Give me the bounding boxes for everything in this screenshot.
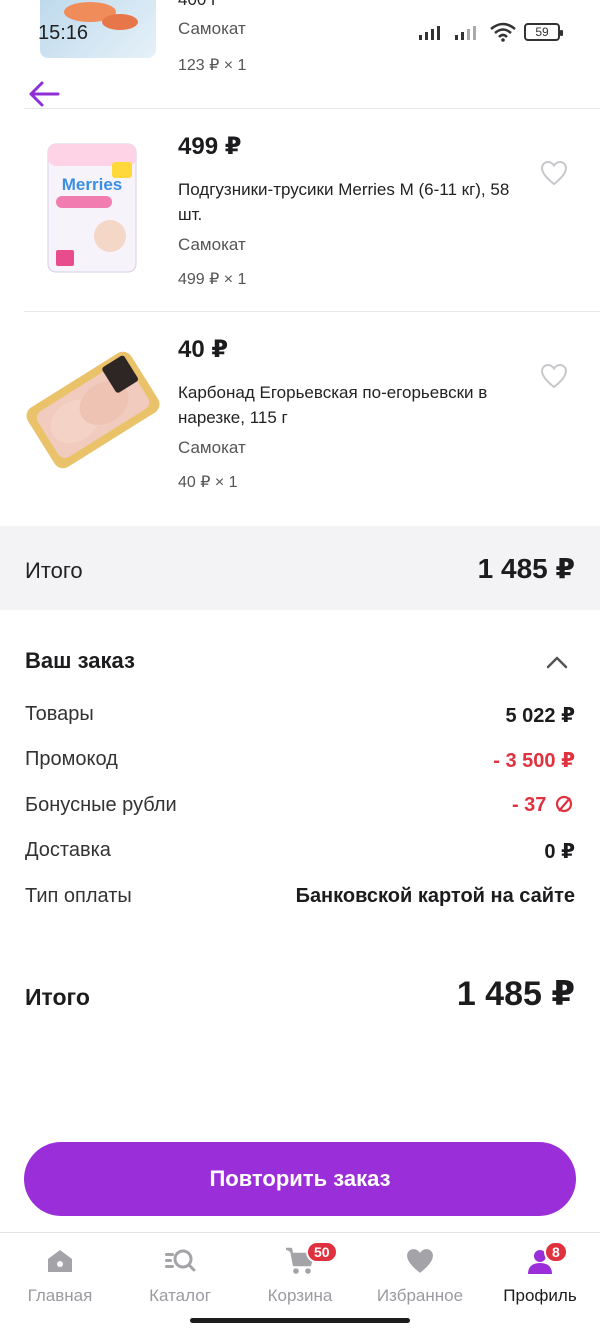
favorite-heart-icon[interactable] (540, 160, 568, 186)
favorite-heart-icon[interactable] (540, 363, 568, 389)
heart-icon (400, 1243, 440, 1279)
order-row-payment: Тип оплаты Банковской картой на сайте (25, 885, 575, 915)
order-row-key: Доставка (25, 839, 111, 861)
order-row-value: Банковской картой на сайте (295, 885, 575, 907)
order-row-delivery: Доставка 0 ₽ (25, 839, 575, 869)
order-row-promo: Промокод - 3 500 ₽ (25, 748, 575, 778)
nav-label: Главная (27, 1286, 93, 1305)
order-row-value: 0 ₽ (544, 841, 575, 863)
status-time: 15:16 (38, 22, 89, 44)
nav-label: Избранное (376, 1286, 464, 1305)
product-item[interactable]: 40 ₽ Карбонад Егорьевская по-егорьевски … (24, 335, 600, 505)
product-name: Подгузники-трусики Merries M (6-11 кг), … (178, 180, 510, 224)
nav-item-home[interactable]: Главная (0, 1233, 120, 1332)
order-row-value-wrap: - 37 (512, 794, 575, 817)
product-seller: Самокат (178, 438, 246, 457)
wifi-icon (490, 22, 516, 42)
order-row-goods: Товары 5 022 ₽ (25, 703, 575, 733)
total-label: Итого (25, 558, 83, 583)
back-button[interactable] (24, 76, 64, 112)
order-summary-title: Ваш заказ (25, 648, 135, 673)
battery-indicator: 59 (524, 23, 563, 41)
product-image-ham (26, 343, 160, 477)
final-total-value: 1 485 ₽ (456, 975, 575, 1013)
cart-badge: 50 (306, 1241, 338, 1263)
home-indicator (190, 1318, 410, 1323)
total-value: 1 485 ₽ (477, 553, 575, 584)
repeat-order-button[interactable]: Повторить заказ (24, 1142, 576, 1216)
merries-logo: Merries (62, 175, 122, 194)
nav-label: Профиль (503, 1286, 577, 1305)
chevron-up-icon[interactable] (544, 652, 570, 672)
order-row-value: 5 022 ₽ (505, 705, 575, 727)
signal-icon (419, 26, 440, 40)
profile-badge: 8 (544, 1241, 568, 1263)
order-row-key: Бонусные рубли (25, 794, 177, 816)
order-row-key: Товары (25, 703, 94, 725)
final-total-label: Итого (25, 984, 90, 1010)
product-image-diapers: Merries (46, 140, 138, 276)
bonus-coin-icon (555, 795, 573, 813)
home-icon (40, 1243, 80, 1279)
product-name: Карбонад Егорьевская по-егорьевски в нар… (178, 383, 488, 427)
order-row-key: Промокод (25, 748, 118, 770)
divider (24, 108, 600, 109)
order-row-bonus: Бонусные рубли - 37 (25, 794, 575, 824)
order-row-value: - 3 500 ₽ (493, 750, 575, 772)
catalog-search-icon (160, 1243, 200, 1279)
bottom-nav: Главная Каталог 50 Корзина Избранное 8 П… (0, 1232, 600, 1332)
order-row-value: - 37 (511, 794, 547, 816)
nav-item-profile[interactable]: 8 Профиль (480, 1233, 600, 1332)
status-icons: 59 (418, 22, 563, 42)
product-qty: 499 ₽ × 1 (178, 271, 247, 288)
product-price: 499 ₽ (178, 133, 242, 160)
status-bar: 15:16 59 (0, 0, 600, 64)
product-price: 40 ₽ (178, 336, 229, 363)
arrow-left-icon (29, 81, 60, 107)
cart-total-band: Итого 1 485 ₽ (0, 526, 600, 610)
divider (24, 311, 600, 312)
product-item[interactable]: Merries 499 ₽ Подгузники-трусики Merries… (24, 132, 600, 302)
product-seller: Самокат (178, 235, 246, 254)
order-row-key: Тип оплаты (25, 885, 132, 907)
nav-label: Корзина (267, 1286, 333, 1305)
signal-weak-icon (455, 26, 476, 40)
nav-label: Каталог (149, 1286, 211, 1305)
product-qty: 40 ₽ × 1 (178, 474, 238, 491)
